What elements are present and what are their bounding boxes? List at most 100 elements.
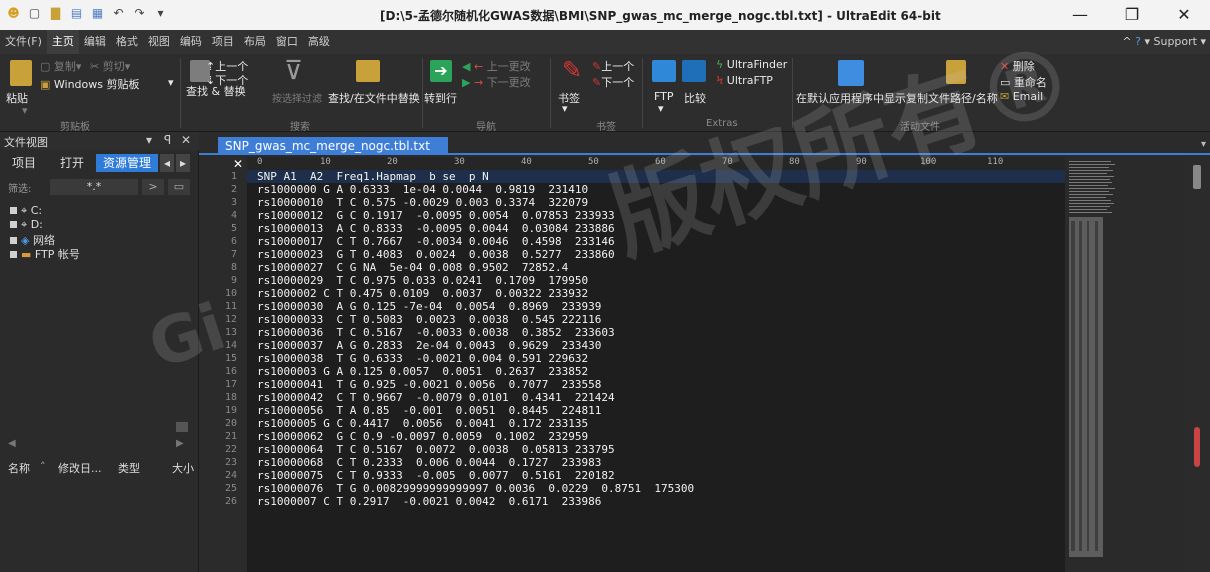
goto-line-button[interactable]: 转到行: [424, 90, 457, 106]
tree-item-ftp[interactable]: ▬ FTP 帐号: [10, 246, 80, 262]
minimize-button[interactable]: —: [1060, 4, 1100, 26]
text-line[interactable]: rs1000002 C T 0.475 0.0109 0.0037 0.0032…: [257, 287, 588, 300]
open-folder-icon[interactable]: ▇: [48, 6, 63, 21]
text-line[interactable]: rs10000023 G T 0.4083 0.0024 0.0038 0.52…: [257, 248, 615, 261]
tab-project[interactable]: 项目: [6, 154, 42, 172]
compare-button[interactable]: 比较: [684, 90, 706, 106]
text-line[interactable]: rs10000010 T C 0.575 -0.0029 0.003 0.337…: [257, 196, 588, 209]
col-type[interactable]: 类型: [118, 460, 140, 476]
redo-icon[interactable]: ↷: [132, 6, 147, 21]
col-modified[interactable]: 修改日...: [58, 460, 102, 476]
text-line[interactable]: rs10000075 C T 0.9333 -0.005 0.0077 0.51…: [257, 469, 615, 482]
text-line[interactable]: rs10000038 T G 0.6333 -0.0021 0.004 0.59…: [257, 352, 588, 365]
line-number: 23: [224, 457, 237, 468]
text-line[interactable]: rs10000076 T G 0.00829999999999997 0.003…: [257, 482, 694, 495]
text-line[interactable]: rs10000013 A C 0.8333 -0.0095 0.0044 0.0…: [257, 222, 615, 235]
maximize-button[interactable]: ❐: [1112, 4, 1152, 26]
clipboard-dropdown[interactable]: ▾: [168, 76, 174, 89]
tab-explorer[interactable]: 资源管理: [96, 154, 158, 172]
text-line[interactable]: rs10000056 T A 0.85 -0.001 0.0051 0.8445…: [257, 404, 601, 417]
tree-item-c[interactable]: ⌖ C:: [10, 204, 42, 218]
undo-icon[interactable]: ↶: [111, 6, 126, 21]
text-line[interactable]: rs10000037 A G 0.2833 2e-04 0.0043 0.962…: [257, 339, 601, 352]
text-line[interactable]: rs10000030 A G 0.125 -7e-04 0.0054 0.896…: [257, 300, 601, 313]
bookmark-prev-button[interactable]: ✎上一个: [592, 58, 634, 74]
scroll-thumb[interactable]: [1193, 165, 1201, 189]
menu-advanced[interactable]: 高级: [303, 30, 335, 54]
print-icon[interactable]: ▦: [90, 6, 105, 21]
quick-access-toolbar: ☻ ▢ ▇ ▤ ▦ ↶ ↷ ▾: [6, 6, 168, 21]
menu-layout[interactable]: 布局: [239, 30, 271, 54]
tree-item-d[interactable]: ⌖ D:: [10, 218, 43, 232]
folder-icon[interactable]: ▭: [168, 179, 190, 195]
copy-path-button[interactable]: 复制文件路径/名称: [906, 90, 998, 106]
text-line[interactable]: rs10000036 T C 0.5167 -0.0033 0.0038 0.3…: [257, 326, 615, 339]
dropdown-icon[interactable]: ▾: [146, 133, 152, 147]
close-tab-icon[interactable]: ✕: [233, 157, 243, 171]
text-line[interactable]: rs1000000 G A 0.6333 1e-04 0.0044 0.9819…: [257, 183, 588, 196]
windows-clipboard-button[interactable]: ▣ Windows 剪贴板: [40, 76, 140, 92]
line-number: 19: [224, 405, 237, 416]
text-line[interactable]: rs1000005 G C 0.4417 0.0056 0.0041 0.172…: [257, 417, 588, 430]
ultraftp-button[interactable]: Ϟ UltraFTP: [716, 74, 773, 87]
tab-scroll-left-icon[interactable]: ◂: [160, 154, 174, 172]
menu-view[interactable]: 视图: [143, 30, 175, 54]
text-line[interactable]: rs10000017 C T 0.7667 -0.0034 0.0046 0.4…: [257, 235, 615, 248]
text-line[interactable]: rs10000041 T G 0.925 -0.0021 0.0056 0.70…: [257, 378, 601, 391]
filter-go-icon[interactable]: >: [142, 179, 164, 195]
text-line[interactable]: SNP A1 A2 Freq1.Hapmap b se p N: [257, 170, 489, 183]
text-line[interactable]: rs1000007 C T 0.2917 -0.0021 0.0042 0.61…: [257, 495, 601, 508]
tab-scroll-right-icon[interactable]: ▸: [176, 154, 190, 172]
menu-encoding[interactable]: 编码: [175, 30, 207, 54]
delete-file-button[interactable]: ✕ 删除: [1000, 58, 1035, 74]
menu-file[interactable]: 文件(F): [0, 30, 47, 54]
text-line[interactable]: rs1000003 G A 0.125 0.0057 0.0051 0.2637…: [257, 365, 588, 378]
close-panel-icon[interactable]: ✕: [181, 133, 191, 147]
ribbon: 粘贴 ▾ ▢ 复制▾ ✂ 剪切▾ ▣ Windows 剪贴板 ▾ 剪贴板 查找 …: [0, 54, 1210, 133]
filter-input[interactable]: *.*: [50, 179, 138, 195]
text-line[interactable]: rs10000029 T C 0.975 0.033 0.0241 0.1709…: [257, 274, 588, 287]
tab-open[interactable]: 打开: [54, 154, 90, 172]
vertical-scrollbar[interactable]: [1183, 157, 1210, 572]
ultrafinder-button[interactable]: ϟ UltraFinder: [716, 58, 787, 71]
find-in-files-button[interactable]: 查找/在文件中替换: [328, 90, 420, 106]
tab-list-icon[interactable]: ▾: [1201, 139, 1206, 150]
scroll-left-icon[interactable]: ◀: [8, 438, 16, 449]
editor-text-area[interactable]: SNP A1 A2 Freq1.Hapmap b se p N rs100000…: [247, 170, 1065, 572]
copy-button[interactable]: ▢ 复制▾: [40, 58, 81, 74]
text-line[interactable]: rs10000068 C T 0.2333 0.006 0.0044 0.172…: [257, 456, 601, 469]
bookmark-next-button[interactable]: ✎下一个: [592, 74, 634, 90]
menu-window[interactable]: 窗口: [271, 30, 303, 54]
open-default-button[interactable]: 在默认应用程序中显示: [796, 90, 906, 106]
menu-format[interactable]: 格式: [111, 30, 143, 54]
col-size[interactable]: 大小: [172, 460, 194, 476]
next-change-button[interactable]: ▶ → 下一更改: [462, 74, 531, 90]
close-button[interactable]: ✕: [1164, 4, 1204, 26]
cut-button[interactable]: ✂ 剪切▾: [90, 58, 130, 74]
new-file-icon[interactable]: ▢: [27, 6, 42, 21]
scroll-thumb[interactable]: [176, 422, 188, 432]
pin-icon[interactable]: ꟼ: [164, 133, 171, 147]
email-button[interactable]: ✉ Email: [1000, 90, 1043, 103]
minimap[interactable]: [1065, 157, 1183, 572]
text-line[interactable]: rs10000012 G C 0.1917 -0.0095 0.0054 0.0…: [257, 209, 615, 222]
menu-project[interactable]: 项目: [207, 30, 239, 54]
rename-file-button[interactable]: ▭ 重命名: [1000, 74, 1047, 90]
save-icon[interactable]: ▤: [69, 6, 84, 21]
support-menu[interactable]: ^ ? ▾ Support ▾: [1122, 30, 1206, 54]
text-line[interactable]: rs10000062 G C 0.9 -0.0097 0.0059 0.1002…: [257, 430, 588, 443]
col-name[interactable]: 名称: [8, 460, 30, 476]
text-line[interactable]: rs10000042 C T 0.9667 -0.0079 0.0101 0.4…: [257, 391, 615, 404]
filter-selection-button[interactable]: 按选择过滤: [272, 90, 322, 105]
customize-icon[interactable]: ▾: [153, 6, 168, 21]
prev-change-button[interactable]: ◀ ← 上一更改: [462, 58, 531, 74]
menu-edit[interactable]: 编辑: [79, 30, 111, 54]
find-next-button[interactable]: ⇣下一个: [206, 72, 248, 88]
scroll-right-icon[interactable]: ▶: [176, 438, 184, 449]
text-line[interactable]: rs10000064 T C 0.5167 0.0072 0.0038 0.05…: [257, 443, 615, 456]
ruler-mark: 10: [320, 157, 331, 167]
editor-tab[interactable]: SNP_gwas_mc_merge_nogc.tbl.txt ✕: [218, 137, 448, 171]
menu-home[interactable]: 主页: [46, 30, 79, 54]
text-line[interactable]: rs10000033 C T 0.5083 0.0023 0.0038 0.54…: [257, 313, 601, 326]
text-line[interactable]: rs10000027 C G NA 5e-04 0.008 0.9502 728…: [257, 261, 568, 274]
